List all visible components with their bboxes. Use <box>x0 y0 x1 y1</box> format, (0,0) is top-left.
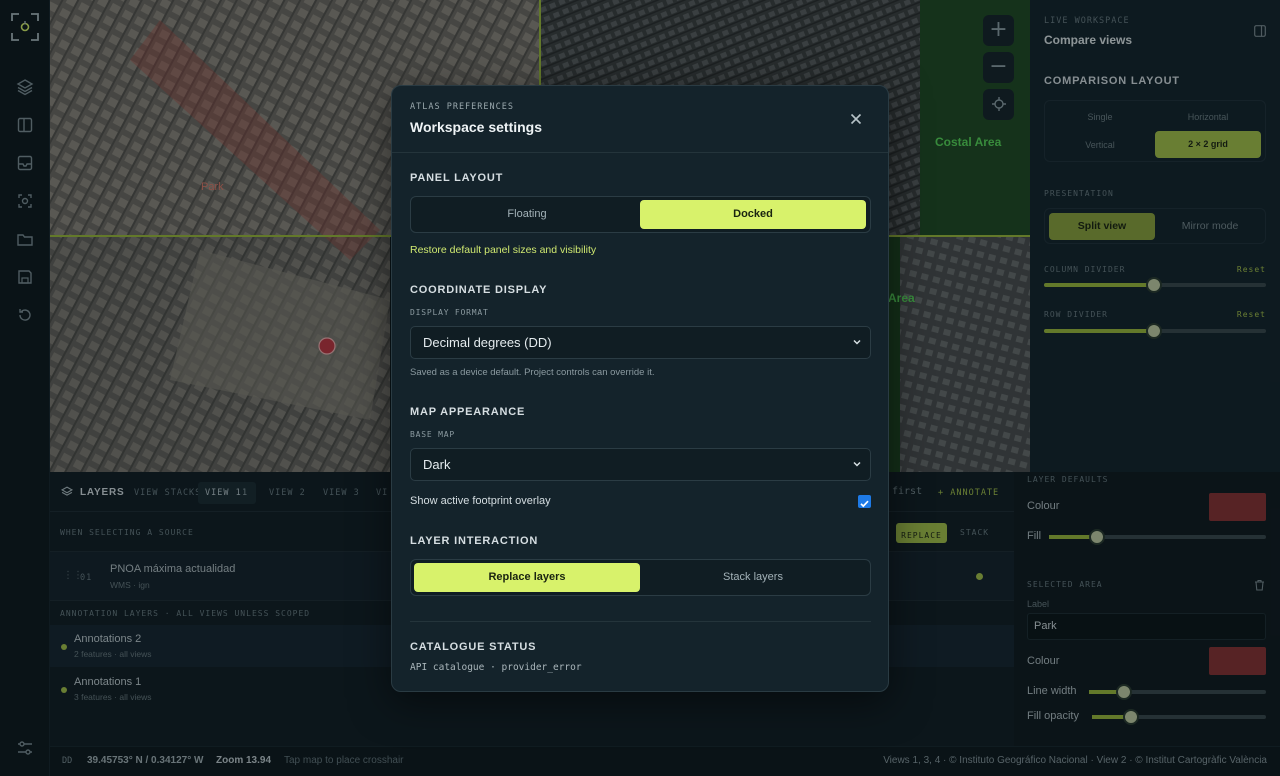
layer-interaction-heading: LAYER INTERACTION <box>410 535 539 547</box>
dialog-title: Workspace settings <box>410 119 543 135</box>
base-map-value: Dark <box>423 457 451 472</box>
docked-option[interactable]: Docked <box>640 200 866 229</box>
coordinate-display-heading: COORDINATE DISPLAY <box>410 284 548 296</box>
panel-layout-heading: PANEL LAYOUT <box>410 172 504 184</box>
base-map-select[interactable]: Dark <box>410 448 871 481</box>
footprint-overlay-checkbox[interactable] <box>858 495 871 508</box>
display-format-help: Saved as a device default. Project contr… <box>410 367 655 378</box>
workspace-settings-dialog: ATLAS PREFERENCES Workspace settings PAN… <box>391 85 889 692</box>
dialog-header: ATLAS PREFERENCES Workspace settings <box>392 86 888 153</box>
base-map-label: BASE MAP <box>410 430 455 439</box>
stack-layers-option[interactable]: Stack layers <box>640 563 866 592</box>
restore-panels-link[interactable]: Restore default panel sizes and visibili… <box>410 244 596 256</box>
map-appearance-heading: MAP APPEARANCE <box>410 406 526 418</box>
catalogue-status-heading: CATALOGUE STATUS <box>410 641 537 653</box>
dialog-eyebrow: ATLAS PREFERENCES <box>410 102 514 112</box>
replace-layers-option[interactable]: Replace layers <box>414 563 640 592</box>
display-format-value: Decimal degrees (DD) <box>423 335 552 350</box>
divider <box>410 621 871 622</box>
panel-layout-toggle: Floating Docked <box>410 196 871 233</box>
catalogue-status-value: API catalogue · provider_error <box>410 662 582 673</box>
layer-interaction-toggle: Replace layers Stack layers <box>410 559 871 596</box>
checkmark-icon <box>860 500 869 508</box>
chevron-down-icon <box>853 461 861 467</box>
display-format-label: DISPLAY FORMAT <box>410 308 489 317</box>
chevron-down-icon <box>853 339 861 345</box>
footprint-overlay-label: Show active footprint overlay <box>410 495 551 507</box>
floating-option[interactable]: Floating <box>414 200 640 229</box>
close-icon[interactable] <box>850 113 862 125</box>
display-format-select[interactable]: Decimal degrees (DD) <box>410 326 871 359</box>
